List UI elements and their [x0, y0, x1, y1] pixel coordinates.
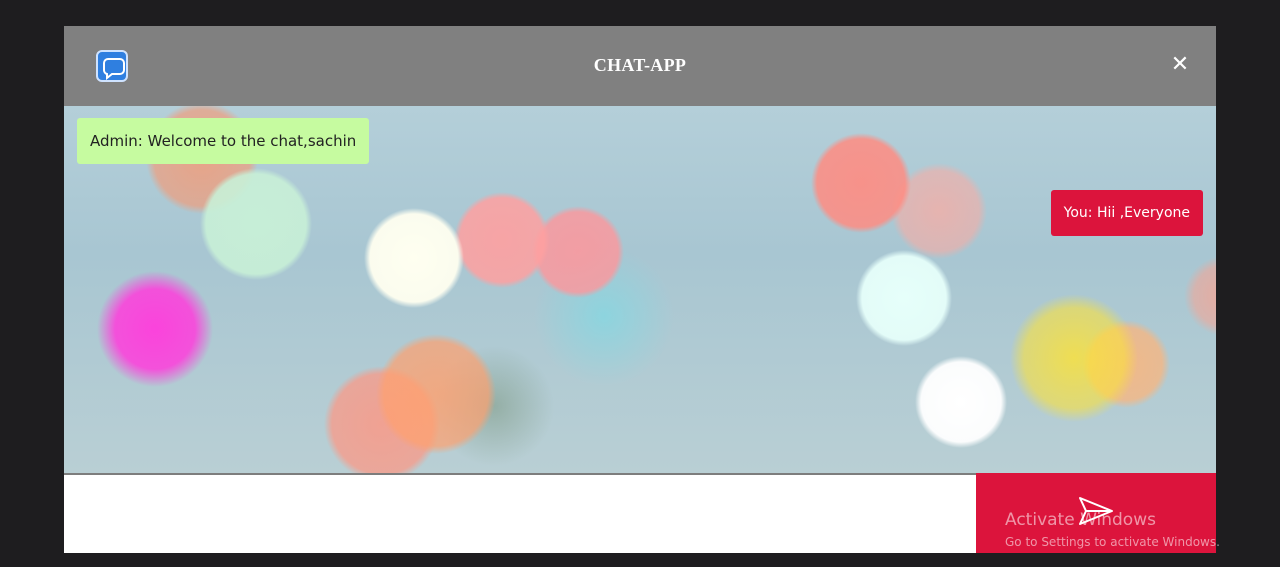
message-input[interactable] — [64, 475, 976, 553]
chat-header: CHAT-APP ✕ — [64, 26, 1216, 106]
admin-message: Admin: Welcome to the chat,sachin — [77, 118, 370, 164]
message-list: Admin: Welcome to the chat,sachin You: H… — [64, 106, 1216, 473]
own-message: You: Hii ,Everyone — [1050, 190, 1203, 236]
chat-window: CHAT-APP ✕ Admin: Welcome to the chat,sa… — [64, 26, 1216, 553]
send-paper-plane-icon[interactable] — [1078, 495, 1114, 527]
app-title: CHAT-APP — [593, 55, 687, 75]
close-icon[interactable]: ✕ — [1167, 51, 1193, 77]
send-button[interactable] — [976, 473, 1216, 553]
